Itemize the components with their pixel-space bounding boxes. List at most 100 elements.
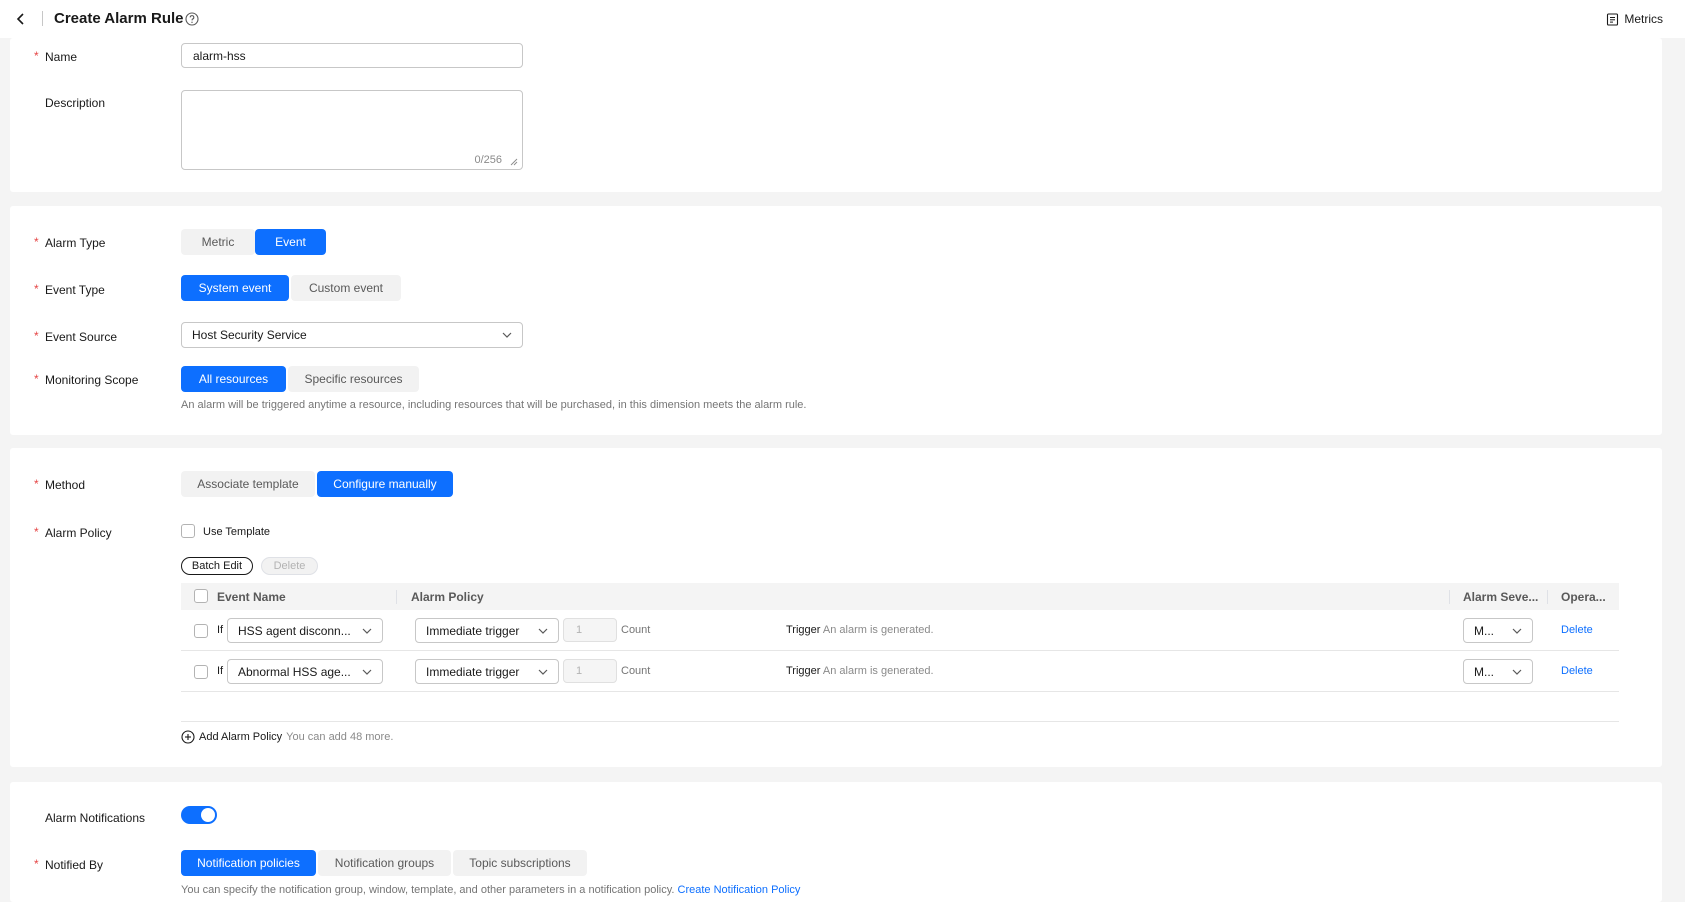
notified-by-groups[interactable]: Notification groups	[318, 850, 451, 876]
row-checkbox[interactable]	[194, 624, 208, 638]
severity-value: M...	[1474, 664, 1494, 679]
event-source-label: Event Source	[45, 330, 118, 344]
method-associate-template[interactable]: Associate template	[181, 471, 315, 497]
trigger-mode-value: Immediate trigger	[426, 664, 520, 679]
policy-table-header: Event Name Alarm Policy Alarm Seve... Op…	[181, 583, 1619, 610]
notified-by-policies[interactable]: Notification policies	[181, 850, 316, 876]
col-event-name: Event Name	[217, 590, 286, 604]
required-mark: *	[34, 477, 39, 491]
method-label: Method	[45, 478, 86, 492]
trigger-label: Trigger	[786, 665, 821, 677]
notification-hint: You can specify the notification group, …	[181, 884, 800, 896]
divider	[42, 11, 43, 26]
top-bar: Create Alarm Rule Metrics	[0, 0, 1685, 38]
document-icon	[1607, 12, 1619, 26]
if-label: If	[217, 624, 224, 636]
event-name-value: Abnormal HSS age...	[238, 664, 351, 679]
table-row: If HSS agent disconn... Immediate trigge…	[181, 610, 1619, 651]
required-mark: *	[34, 857, 39, 871]
required-mark: *	[34, 282, 39, 296]
col-alarm-severity: Alarm Seve...	[1463, 590, 1539, 604]
chevron-down-icon	[362, 669, 372, 675]
scope-all-resources[interactable]: All resources	[181, 366, 286, 392]
count-input[interactable]: 1	[563, 618, 617, 642]
chevron-down-icon	[1512, 628, 1522, 634]
monitoring-scope-label: Monitoring Scope	[45, 373, 139, 387]
trigger-mode-select[interactable]: Immediate trigger	[415, 659, 559, 684]
alarm-notifications-toggle[interactable]	[181, 806, 217, 824]
chevron-down-icon	[502, 332, 512, 338]
batch-edit-button[interactable]: Batch Edit	[181, 557, 253, 575]
row-delete-link[interactable]: Delete	[1561, 665, 1593, 677]
chevron-down-icon	[538, 628, 548, 634]
event-type-label: Event Type	[45, 283, 105, 297]
notified-by-topics[interactable]: Topic subscriptions	[453, 850, 587, 876]
add-alarm-policy[interactable]: Add Alarm Policy You can add 48 more.	[181, 730, 393, 744]
notified-by-label: Notified By	[45, 858, 104, 872]
description-textarea[interactable]: 0/256	[181, 90, 523, 170]
event-name-value: HSS agent disconn...	[238, 623, 351, 638]
add-alarm-policy-label: Add Alarm Policy	[199, 731, 283, 743]
chevron-down-icon	[538, 669, 548, 675]
event-type-system[interactable]: System event	[181, 275, 289, 301]
name-input[interactable]	[181, 43, 523, 68]
add-alarm-policy-hint: You can add 48 more.	[286, 731, 394, 743]
col-operation: Opera...	[1561, 590, 1606, 604]
page-title: Create Alarm Rule	[54, 10, 184, 27]
scope-specific-resources[interactable]: Specific resources	[288, 366, 419, 392]
use-template-checkbox[interactable]	[181, 524, 195, 538]
severity-value: M...	[1474, 623, 1494, 638]
select-all-checkbox[interactable]	[194, 589, 208, 603]
required-mark: *	[34, 525, 39, 539]
scope-hint: An alarm will be triggered anytime a res…	[181, 399, 807, 411]
event-source-value: Host Security Service	[192, 328, 307, 342]
alarm-type-metric[interactable]: Metric	[181, 229, 255, 255]
trigger-mode-value: Immediate trigger	[426, 623, 520, 638]
count-label: Count	[621, 624, 651, 636]
if-label: If	[217, 665, 224, 677]
required-mark: *	[34, 329, 39, 343]
column-divider	[1449, 590, 1450, 604]
severity-select[interactable]: M...	[1463, 659, 1533, 684]
use-template-label: Use Template	[203, 526, 271, 538]
batch-delete-button[interactable]: Delete	[261, 557, 318, 575]
alarm-type-event[interactable]: Event	[255, 229, 326, 255]
required-mark: *	[34, 49, 39, 63]
column-divider	[396, 590, 397, 604]
trigger-description: An alarm is generated.	[822, 624, 934, 636]
alarm-policy-label: Alarm Policy	[45, 526, 112, 540]
trigger-description: An alarm is generated.	[822, 665, 934, 677]
row-delete-link[interactable]: Delete	[1561, 624, 1593, 636]
trigger-text: Trigger An alarm is generated.	[786, 665, 934, 677]
row-checkbox[interactable]	[194, 665, 208, 679]
required-mark: *	[34, 235, 39, 249]
help-icon[interactable]	[185, 12, 199, 26]
method-configure-manually[interactable]: Configure manually	[317, 471, 453, 497]
description-label: Description	[45, 96, 106, 110]
metrics-link[interactable]: Metrics	[1606, 12, 1663, 26]
column-divider	[1547, 590, 1548, 604]
table-row: If Abnormal HSS age... Immediate trigger…	[181, 651, 1619, 692]
create-notification-policy-link[interactable]: Create Notification Policy	[678, 884, 801, 896]
alarm-type-label: Alarm Type	[45, 236, 106, 250]
alarm-notifications-label: Alarm Notifications	[45, 811, 146, 825]
required-mark: *	[34, 372, 39, 386]
table-footer-divider	[181, 721, 1619, 722]
severity-select[interactable]: M...	[1463, 618, 1533, 643]
trigger-mode-select[interactable]: Immediate trigger	[415, 618, 559, 643]
trigger-label: Trigger	[786, 624, 821, 636]
count-label: Count	[621, 665, 651, 677]
trigger-text: Trigger An alarm is generated.	[786, 624, 934, 636]
event-name-select[interactable]: HSS agent disconn...	[227, 618, 383, 643]
event-source-select[interactable]: Host Security Service	[181, 322, 523, 348]
event-type-custom[interactable]: Custom event	[291, 275, 401, 301]
resize-handle-icon[interactable]	[510, 158, 518, 166]
name-label: Name	[45, 50, 78, 64]
chevron-down-icon	[362, 628, 372, 634]
notification-hint-text: You can specify the notification group, …	[181, 884, 675, 896]
count-input[interactable]: 1	[563, 659, 617, 683]
event-name-select[interactable]: Abnormal HSS age...	[227, 659, 383, 684]
back-arrow-icon[interactable]	[12, 10, 30, 28]
col-alarm-policy: Alarm Policy	[411, 590, 484, 604]
metrics-label: Metrics	[1624, 12, 1663, 26]
